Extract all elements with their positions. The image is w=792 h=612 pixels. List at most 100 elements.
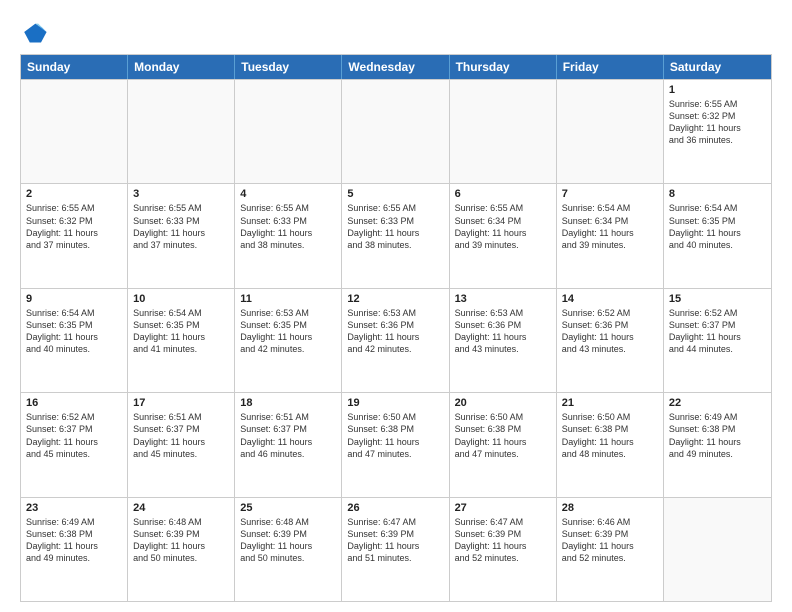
header-day-tuesday: Tuesday bbox=[235, 55, 342, 79]
day-info: Sunrise: 6:51 AM Sunset: 6:37 PM Dayligh… bbox=[133, 411, 229, 460]
header-day-wednesday: Wednesday bbox=[342, 55, 449, 79]
day-info: Sunrise: 6:49 AM Sunset: 6:38 PM Dayligh… bbox=[26, 516, 122, 565]
day-cell-27: 27 Sunrise: 6:47 AM Sunset: 6:39 PM Dayli… bbox=[450, 498, 557, 601]
day-info: Sunrise: 6:52 AM Sunset: 6:36 PM Dayligh… bbox=[562, 307, 658, 356]
day-cell-3: 3 Sunrise: 6:55 AM Sunset: 6:33 PM Daylig… bbox=[128, 184, 235, 287]
day-number: 22 bbox=[669, 397, 766, 409]
day-info: Sunrise: 6:52 AM Sunset: 6:37 PM Dayligh… bbox=[669, 307, 766, 356]
empty-cell bbox=[450, 80, 557, 183]
day-info: Sunrise: 6:55 AM Sunset: 6:33 PM Dayligh… bbox=[133, 202, 229, 251]
day-number: 23 bbox=[26, 502, 122, 514]
day-cell-9: 9 Sunrise: 6:54 AM Sunset: 6:35 PM Daylig… bbox=[21, 289, 128, 392]
day-cell-23: 23 Sunrise: 6:49 AM Sunset: 6:38 PM Dayli… bbox=[21, 498, 128, 601]
day-info: Sunrise: 6:54 AM Sunset: 6:35 PM Dayligh… bbox=[133, 307, 229, 356]
empty-cell bbox=[557, 80, 664, 183]
day-number: 28 bbox=[562, 502, 658, 514]
day-info: Sunrise: 6:47 AM Sunset: 6:39 PM Dayligh… bbox=[347, 516, 443, 565]
day-number: 11 bbox=[240, 293, 336, 305]
empty-cell bbox=[128, 80, 235, 183]
day-number: 2 bbox=[26, 188, 122, 200]
day-cell-1: 1 Sunrise: 6:55 AM Sunset: 6:32 PM Daylig… bbox=[664, 80, 771, 183]
day-number: 27 bbox=[455, 502, 551, 514]
day-info: Sunrise: 6:55 AM Sunset: 6:33 PM Dayligh… bbox=[347, 202, 443, 251]
day-cell-13: 13Sunrise: 6:53 AM Sunset: 6:36 PM Dayli… bbox=[450, 289, 557, 392]
day-info: Sunrise: 6:47 AM Sunset: 6:39 PM Dayligh… bbox=[455, 516, 551, 565]
day-cell-28: 28 Sunrise: 6:46 AM Sunset: 6:39 PM Dayli… bbox=[557, 498, 664, 601]
logo bbox=[20, 18, 52, 46]
day-number: 17 bbox=[133, 397, 229, 409]
day-cell-26: 26 Sunrise: 6:47 AM Sunset: 6:39 PM Dayli… bbox=[342, 498, 449, 601]
header-day-monday: Monday bbox=[128, 55, 235, 79]
day-cell-7: 7 Sunrise: 6:54 AM Sunset: 6:34 PM Daylig… bbox=[557, 184, 664, 287]
day-number: 7 bbox=[562, 188, 658, 200]
day-number: 8 bbox=[669, 188, 766, 200]
day-cell-11: 11Sunrise: 6:53 AM Sunset: 6:35 PM Dayli… bbox=[235, 289, 342, 392]
header-day-saturday: Saturday bbox=[664, 55, 771, 79]
day-number: 4 bbox=[240, 188, 336, 200]
day-info: Sunrise: 6:54 AM Sunset: 6:34 PM Dayligh… bbox=[562, 202, 658, 251]
day-cell-21: 21 Sunrise: 6:50 AM Sunset: 6:38 PM Dayli… bbox=[557, 393, 664, 496]
day-cell-24: 24 Sunrise: 6:48 AM Sunset: 6:39 PM Dayli… bbox=[128, 498, 235, 601]
day-number: 15 bbox=[669, 293, 766, 305]
week-row-3: 16Sunrise: 6:52 AM Sunset: 6:37 PM Dayli… bbox=[21, 392, 771, 496]
day-number: 12 bbox=[347, 293, 443, 305]
day-info: Sunrise: 6:46 AM Sunset: 6:39 PM Dayligh… bbox=[562, 516, 658, 565]
day-cell-20: 20 Sunrise: 6:50 AM Sunset: 6:38 PM Dayli… bbox=[450, 393, 557, 496]
day-cell-15: 15 Sunrise: 6:52 AM Sunset: 6:37 PM Dayli… bbox=[664, 289, 771, 392]
day-cell-6: 6 Sunrise: 6:55 AM Sunset: 6:34 PM Daylig… bbox=[450, 184, 557, 287]
header-day-thursday: Thursday bbox=[450, 55, 557, 79]
week-row-4: 23 Sunrise: 6:49 AM Sunset: 6:38 PM Dayli… bbox=[21, 497, 771, 601]
day-info: Sunrise: 6:52 AM Sunset: 6:37 PM Dayligh… bbox=[26, 411, 122, 460]
day-cell-14: 14Sunrise: 6:52 AM Sunset: 6:36 PM Dayli… bbox=[557, 289, 664, 392]
day-info: Sunrise: 6:55 AM Sunset: 6:32 PM Dayligh… bbox=[669, 98, 766, 147]
day-number: 20 bbox=[455, 397, 551, 409]
day-info: Sunrise: 6:54 AM Sunset: 6:35 PM Dayligh… bbox=[669, 202, 766, 251]
calendar: SundayMondayTuesdayWednesdayThursdayFrid… bbox=[20, 54, 772, 602]
day-info: Sunrise: 6:50 AM Sunset: 6:38 PM Dayligh… bbox=[455, 411, 551, 460]
day-number: 9 bbox=[26, 293, 122, 305]
day-info: Sunrise: 6:55 AM Sunset: 6:33 PM Dayligh… bbox=[240, 202, 336, 251]
day-number: 19 bbox=[347, 397, 443, 409]
day-number: 6 bbox=[455, 188, 551, 200]
empty-cell bbox=[21, 80, 128, 183]
day-cell-5: 5 Sunrise: 6:55 AM Sunset: 6:33 PM Daylig… bbox=[342, 184, 449, 287]
calendar-header: SundayMondayTuesdayWednesdayThursdayFrid… bbox=[21, 55, 771, 79]
empty-cell bbox=[664, 498, 771, 601]
empty-cell bbox=[235, 80, 342, 183]
day-number: 3 bbox=[133, 188, 229, 200]
day-cell-19: 19 Sunrise: 6:50 AM Sunset: 6:38 PM Dayli… bbox=[342, 393, 449, 496]
day-info: Sunrise: 6:50 AM Sunset: 6:38 PM Dayligh… bbox=[347, 411, 443, 460]
week-row-2: 9 Sunrise: 6:54 AM Sunset: 6:35 PM Daylig… bbox=[21, 288, 771, 392]
day-info: Sunrise: 6:54 AM Sunset: 6:35 PM Dayligh… bbox=[26, 307, 122, 356]
day-info: Sunrise: 6:51 AM Sunset: 6:37 PM Dayligh… bbox=[240, 411, 336, 460]
logo-icon bbox=[20, 18, 48, 46]
day-number: 1 bbox=[669, 84, 766, 96]
day-number: 21 bbox=[562, 397, 658, 409]
day-info: Sunrise: 6:50 AM Sunset: 6:38 PM Dayligh… bbox=[562, 411, 658, 460]
header-day-friday: Friday bbox=[557, 55, 664, 79]
day-number: 25 bbox=[240, 502, 336, 514]
day-info: Sunrise: 6:48 AM Sunset: 6:39 PM Dayligh… bbox=[133, 516, 229, 565]
day-info: Sunrise: 6:49 AM Sunset: 6:38 PM Dayligh… bbox=[669, 411, 766, 460]
empty-cell bbox=[342, 80, 449, 183]
day-number: 26 bbox=[347, 502, 443, 514]
day-cell-16: 16Sunrise: 6:52 AM Sunset: 6:37 PM Dayli… bbox=[21, 393, 128, 496]
header-day-sunday: Sunday bbox=[21, 55, 128, 79]
day-cell-12: 12Sunrise: 6:53 AM Sunset: 6:36 PM Dayli… bbox=[342, 289, 449, 392]
week-row-0: 1 Sunrise: 6:55 AM Sunset: 6:32 PM Daylig… bbox=[21, 79, 771, 183]
day-number: 10 bbox=[133, 293, 229, 305]
calendar-page: SundayMondayTuesdayWednesdayThursdayFrid… bbox=[0, 0, 792, 612]
day-info: Sunrise: 6:55 AM Sunset: 6:34 PM Dayligh… bbox=[455, 202, 551, 251]
day-info: Sunrise: 6:48 AM Sunset: 6:39 PM Dayligh… bbox=[240, 516, 336, 565]
day-cell-22: 22 Sunrise: 6:49 AM Sunset: 6:38 PM Dayli… bbox=[664, 393, 771, 496]
day-number: 13 bbox=[455, 293, 551, 305]
week-row-1: 2Sunrise: 6:55 AM Sunset: 6:32 PM Daylig… bbox=[21, 183, 771, 287]
day-number: 5 bbox=[347, 188, 443, 200]
day-number: 18 bbox=[240, 397, 336, 409]
calendar-body: 1 Sunrise: 6:55 AM Sunset: 6:32 PM Daylig… bbox=[21, 79, 771, 601]
day-number: 24 bbox=[133, 502, 229, 514]
day-cell-8: 8 Sunrise: 6:54 AM Sunset: 6:35 PM Daylig… bbox=[664, 184, 771, 287]
day-cell-10: 10 Sunrise: 6:54 AM Sunset: 6:35 PM Dayli… bbox=[128, 289, 235, 392]
day-cell-25: 25 Sunrise: 6:48 AM Sunset: 6:39 PM Dayli… bbox=[235, 498, 342, 601]
day-cell-18: 18 Sunrise: 6:51 AM Sunset: 6:37 PM Dayli… bbox=[235, 393, 342, 496]
